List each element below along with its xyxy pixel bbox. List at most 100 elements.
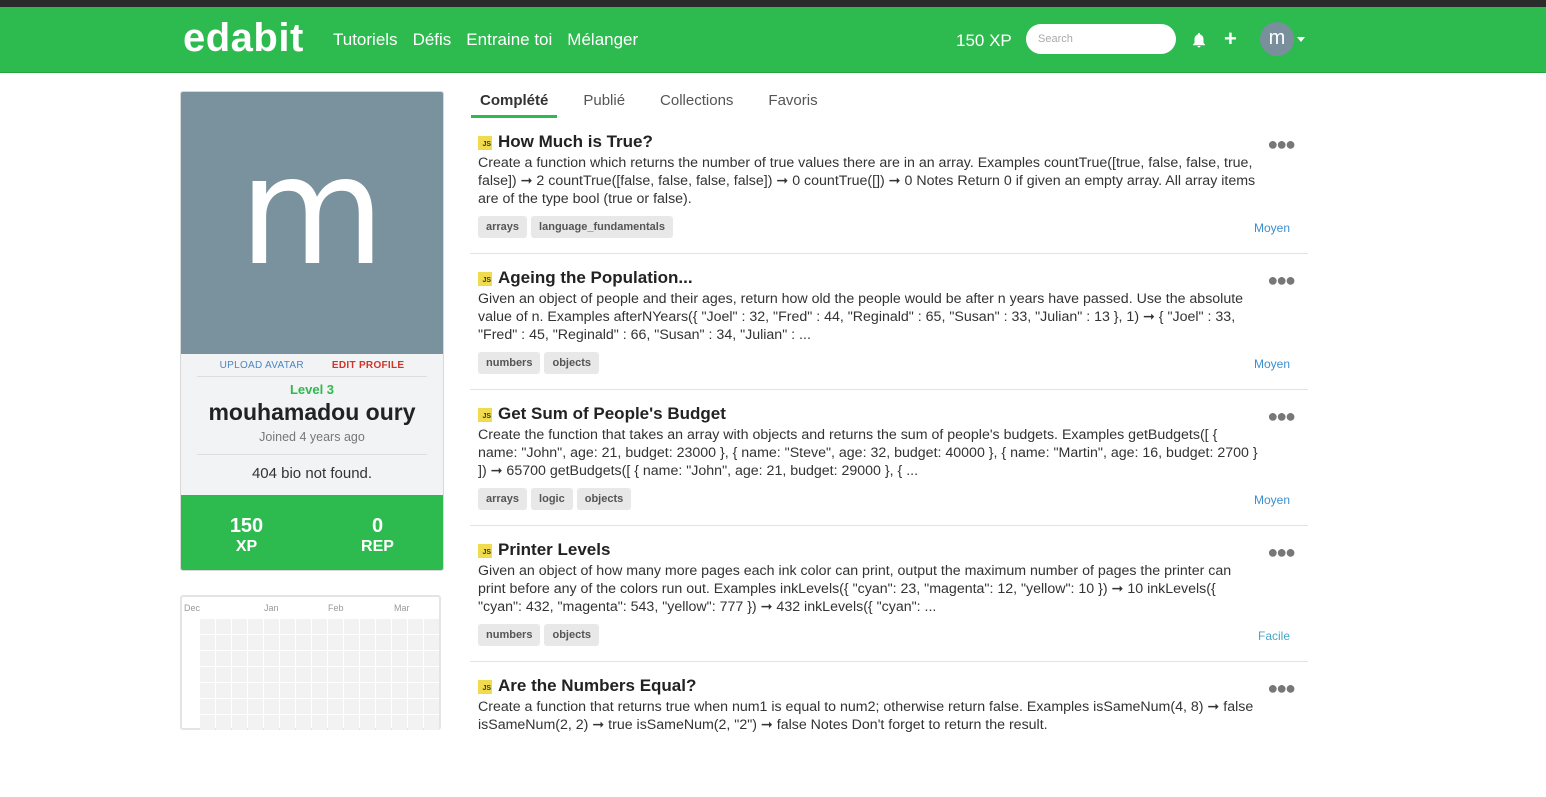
heatmap-cell [232,699,247,714]
tag[interactable]: logic [531,488,573,510]
challenge-description: Given an object of people and their ages… [478,291,1244,343]
challenge-item[interactable]: JS How Much is True? ●●● Create a functi… [470,118,1308,254]
heatmap-cell [344,715,359,730]
heatmap-cell [424,715,439,730]
challenge-description: Given an object of how many more pages e… [478,563,1232,615]
heatmap-cell [360,667,375,682]
more-options-icon[interactable]: ●●● [1267,542,1296,563]
tag[interactable]: numbers [478,624,541,646]
profile-tabs: Complété Publié Collections Favoris [471,86,844,118]
heatmap-cell [248,715,263,730]
heatmap-cell [424,683,439,698]
tab-published[interactable]: Publié [574,86,634,118]
tag[interactable]: objects [544,624,599,646]
heatmap-cell [296,699,311,714]
nav-link-shuffle[interactable]: Mélanger [567,30,638,50]
heatmap-cell [296,667,311,682]
heatmap-cell [392,699,407,714]
tab-completed[interactable]: Complété [471,86,558,118]
more-options-icon[interactable]: ●●● [1267,134,1296,155]
tag[interactable]: objects [576,488,632,510]
heatmap-cell [376,683,391,698]
challenge-title[interactable]: Ageing the Population... [498,268,693,288]
heatmap-cell [360,683,375,698]
heatmap-cell [248,651,263,666]
challenge-tags: arrays language_fundamentals [478,216,673,238]
heatmap-cell [392,651,407,666]
avatar[interactable]: m [1260,22,1294,56]
search-input[interactable] [1026,24,1176,54]
nav-links: Tutoriels Défis Entraine toi Mélanger [333,30,638,50]
heatmap-grid [200,619,439,730]
challenge-title[interactable]: Printer Levels [498,540,610,560]
heatmap-cell [360,715,375,730]
tag[interactable]: numbers [478,352,541,374]
heatmap-cell [376,619,391,634]
heatmap-cell [232,635,247,650]
difficulty-label: Moyen [1253,357,1290,371]
heatmap-cell [264,619,279,634]
tag[interactable]: objects [544,352,599,374]
tag[interactable]: language_fundamentals [531,216,673,238]
js-icon: JS [478,544,492,558]
more-options-icon[interactable]: ●●● [1267,270,1296,291]
tab-favorites[interactable]: Favoris [759,86,826,118]
nav-link-challenges[interactable]: Défis [413,30,452,50]
heatmap-cell [408,635,423,650]
heatmap-cell [216,635,231,650]
more-options-icon[interactable]: ●●● [1267,678,1296,699]
heatmap-cell [424,651,439,666]
heatmap-cell [360,619,375,634]
challenge-item[interactable]: JS Are the Numbers Equal? ●●● Create a f… [470,662,1308,797]
heatmap-month: Feb [328,603,344,613]
xp-stat: 150 XP [181,495,312,570]
heatmap-cell [232,651,247,666]
nav-link-tutorials[interactable]: Tutoriels [333,30,398,50]
challenge-item[interactable]: JS Get Sum of People's Budget ●●● Create… [470,390,1308,526]
edit-profile-link[interactable]: EDIT PROFILE [332,360,405,371]
challenge-tags: numbers objects [478,624,599,646]
challenge-title[interactable]: Get Sum of People's Budget [498,404,726,424]
heatmap-cell [216,651,231,666]
heatmap-cell [328,651,343,666]
heatmap-cell [424,667,439,682]
nav-link-practice[interactable]: Entraine toi [466,30,552,50]
stats-bar: 150 XP 0 REP [181,495,443,570]
tag[interactable]: arrays [478,216,528,238]
challenge-tags: arrays logic objects [478,488,632,510]
heatmap-cell [296,651,311,666]
logo[interactable]: edabit [183,16,304,61]
joined-date: Joined 4 years ago [197,430,427,455]
challenge-title[interactable]: Are the Numbers Equal? [498,676,696,696]
heatmap-cell [200,715,215,730]
tab-collections[interactable]: Collections [651,86,742,118]
heatmap-cell [328,667,343,682]
heatmap-month: Dec [184,603,201,613]
bell-icon[interactable] [1190,31,1208,49]
challenge-item[interactable]: JS Ageing the Population... ●●● Given an… [470,254,1308,390]
upload-avatar-link[interactable]: UPLOAD AVATAR [220,360,304,371]
chevron-down-icon[interactable] [1297,37,1305,42]
challenge-item[interactable]: JS Printer Levels ●●● Given an object of… [470,526,1308,662]
plus-icon[interactable]: + [1224,28,1237,50]
js-icon: JS [478,408,492,422]
heatmap-cell [216,699,231,714]
challenge-description: Create a function which returns the numb… [478,155,1256,207]
heatmap-cell [280,635,295,650]
heatmap-cell [408,667,423,682]
more-options-icon[interactable]: ●●● [1267,406,1296,427]
heatmap-cell [248,683,263,698]
tag[interactable]: arrays [478,488,528,510]
heatmap-cell [264,635,279,650]
heatmap-cell [344,667,359,682]
heatmap-cell [296,619,311,634]
heatmap-cell [328,619,343,634]
challenge-title[interactable]: How Much is True? [498,132,653,152]
heatmap-cell [232,667,247,682]
rep-stat-label: REP [361,538,394,555]
heatmap-cell [424,699,439,714]
xp-stat-label: XP [235,538,258,555]
heatmap-cell [408,683,423,698]
profile-card: m UPLOAD AVATAR EDIT PROFILE Level 3 mou… [180,91,444,571]
heatmap-cell [312,619,327,634]
